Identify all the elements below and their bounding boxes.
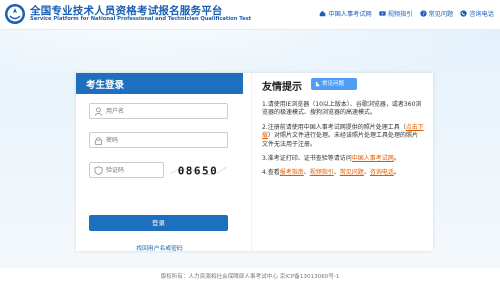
captcha-image[interactable]: 08650 (168, 162, 228, 178)
cpta-link[interactable]: 中国人事考试网 (352, 155, 394, 162)
faq-badge-label: 常见问题 (322, 81, 345, 87)
nav-label: 常见问题 (428, 11, 454, 18)
lock-icon (94, 137, 103, 145)
emblem-logo-icon (5, 4, 25, 24)
tip-end: 。 (393, 169, 400, 177)
nav-video-guide-link[interactable]: 视频指引 (379, 9, 413, 18)
phone-icon (460, 10, 467, 17)
username-field-box (89, 103, 228, 119)
tip-1: 1.请使用IE浏览器（10以上版本）、谷歌浏览器，或者360浏览器的极速模式、搜… (262, 101, 422, 117)
footer-copyright: 版权所有：人力资源和社会保障部人事考试中心 京ICP备13013060号-1 (0, 268, 500, 286)
nav-phone-link[interactable]: 咨询电话 (460, 9, 494, 18)
login-form: 08650 登录 找回用户名或密码 (76, 94, 243, 252)
tip-text: 。 (393, 155, 400, 163)
hand-pointer-icon (315, 81, 320, 87)
tip-2: 2.注册前请使用中国人事考试网提供的照片处理工具（点击下载）对照片文件进行处理。… (262, 124, 424, 149)
captcha-code: 08650 (178, 165, 219, 178)
captcha-field-box (89, 162, 164, 178)
tips-title: 友情提示 (262, 82, 302, 93)
svg-text:?: ? (422, 11, 425, 17)
nav-label: 视频指引 (387, 11, 413, 18)
home-icon (320, 10, 326, 17)
video-icon (379, 11, 386, 16)
divider (251, 73, 252, 251)
captcha-input[interactable] (106, 164, 161, 176)
header: 全国专业技术人员资格考试报名服务平台 Service Platform for … (0, 0, 500, 30)
shield-icon (94, 166, 103, 175)
tip-4: 4.查看报考指南、视频指引、常见问题、咨询电话。 (262, 169, 424, 177)
video-guide-link[interactable]: 视频指引 (310, 169, 334, 176)
faq-link[interactable]: 常见问题 (340, 169, 364, 176)
password-input[interactable] (106, 134, 224, 146)
nav-cpta-link[interactable]: 中国人事考试网 (319, 9, 372, 18)
top-nav: 中国人事考试网 视频指引 ? 常见问题 咨询电话 (319, 9, 494, 18)
nav-label: 咨询电话 (469, 11, 494, 18)
user-icon (94, 107, 103, 116)
nav-label: 中国人事考试网 (328, 11, 372, 18)
login-title: 考生登录 (76, 73, 243, 94)
exam-guide-link[interactable]: 报考指南 (280, 169, 304, 176)
forgot-credentials-link[interactable]: 找回用户名或密码 (76, 243, 243, 252)
faq-badge-button[interactable]: 常见问题 (311, 78, 357, 90)
site-subtitle: Service Platform for National Profession… (30, 16, 252, 22)
main-panel: 考生登录 08650 登录 找回用户名或密码 友情提示 常见问题 1.请使用IE… (76, 73, 433, 252)
login-button[interactable]: 登录 (89, 215, 228, 231)
password-field-box (89, 132, 228, 148)
phone-link[interactable]: 咨询电话 (370, 169, 394, 176)
tip-text: 4.查看 (262, 169, 280, 177)
tips-list: 1.请使用IE浏览器（10以上版本）、谷歌浏览器，或者360浏览器的极速模式、搜… (262, 101, 424, 184)
nav-faq-link[interactable]: ? 常见问题 (419, 9, 454, 18)
tip-text: 3.准考证打印、证书查验等请访问 (262, 155, 352, 163)
tip-3: 3.准考证打印、证书查验等请访问中国人事考试网。 (262, 155, 424, 163)
question-icon: ? (419, 10, 427, 17)
username-input[interactable] (106, 105, 224, 117)
tip-text: ）对照片文件进行处理。未经该照片处理工具处理的照片文件无法用于注册。 (262, 132, 419, 148)
tip-text: 2.注册前请使用中国人事考试网提供的照片处理工具（ (262, 123, 406, 131)
